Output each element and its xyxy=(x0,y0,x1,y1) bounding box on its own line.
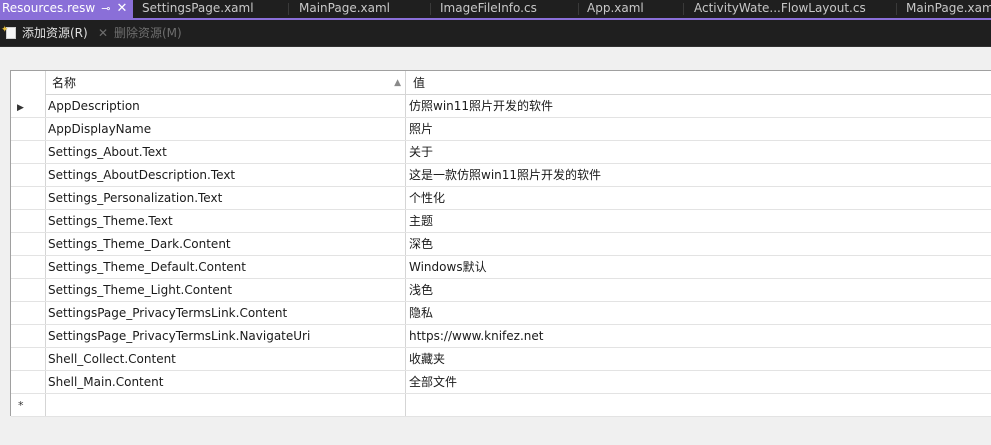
tab-label: MainPage.xaml xyxy=(906,1,991,15)
close-icon[interactable]: ✕ xyxy=(116,1,127,16)
resource-name-cell[interactable]: Settings_Theme_Default.Content xyxy=(46,256,406,278)
add-resource-button[interactable]: 添加资源(R) xyxy=(1,21,88,42)
table-row[interactable]: SettingsPage_PrivacyTermsLink.Content 隐私 xyxy=(11,302,991,325)
resource-name-cell[interactable]: Settings_Theme_Light.Content xyxy=(46,279,406,301)
add-resource-icon xyxy=(1,21,16,39)
tab-divider xyxy=(430,3,431,15)
resource-value-cell[interactable]: 个性化 xyxy=(407,187,991,209)
tab-app-xaml[interactable]: App.xaml xyxy=(583,0,644,18)
resource-value-cell[interactable]: 仿照win11照片开发的软件 xyxy=(407,95,991,117)
row-selector[interactable] xyxy=(11,187,46,209)
row-selector[interactable] xyxy=(11,348,46,370)
table-row[interactable]: AppDisplayName 照片 xyxy=(11,118,991,141)
row-selector[interactable] xyxy=(11,210,46,232)
resource-name-cell[interactable]: Settings_AboutDescription.Text xyxy=(46,164,406,186)
tab-label: App.xaml xyxy=(587,1,644,15)
resource-name-cell[interactable]: SettingsPage_PrivacyTermsLink.NavigateUr… xyxy=(46,325,406,347)
add-resource-label: 添加资源(R) xyxy=(22,26,88,40)
tab-label: Resources.resw xyxy=(2,1,96,15)
table-row[interactable]: SettingsPage_PrivacyTermsLink.NavigateUr… xyxy=(11,325,991,348)
tab-mainpage-xaml[interactable]: MainPage.xaml xyxy=(295,0,390,18)
resource-name-cell[interactable]: SettingsPage_PrivacyTermsLink.Content xyxy=(46,302,406,324)
table-row[interactable]: Shell_Main.Content 全部文件 xyxy=(11,371,991,394)
tab-label: SettingsPage.xaml xyxy=(142,1,254,15)
pin-icon[interactable]: ⊸ xyxy=(101,2,110,15)
new-resource-value-cell[interactable] xyxy=(407,394,991,416)
resource-value-cell[interactable]: 收藏夹 xyxy=(407,348,991,370)
remove-resource-button[interactable]: ✕ 删除资源(M) xyxy=(98,24,182,42)
current-row-icon: ▶ xyxy=(17,103,24,113)
row-selector[interactable] xyxy=(11,233,46,255)
resource-value-cell[interactable]: 深色 xyxy=(407,233,991,255)
resource-grid: 名称 ▲ 值 ▶ AppDescription 仿照win11照片开发的软件 A… xyxy=(10,70,991,417)
table-row[interactable]: ▶ AppDescription 仿照win11照片开发的软件 xyxy=(11,95,991,118)
new-row[interactable]: * xyxy=(11,394,991,417)
new-row-marker: * xyxy=(18,399,24,412)
table-row[interactable]: Settings_About.Text 关于 xyxy=(11,141,991,164)
resource-name-cell[interactable]: AppDescription xyxy=(46,95,406,117)
grid-header-row: 名称 ▲ 值 xyxy=(11,71,991,95)
column-header-name[interactable]: 名称 ▲ xyxy=(46,71,406,95)
row-selector[interactable] xyxy=(11,302,46,324)
column-header-value-label: 值 xyxy=(413,76,426,90)
resource-value-cell[interactable]: 关于 xyxy=(407,141,991,163)
tab-label: ActivityWate...FlowLayout.cs xyxy=(694,1,866,15)
tab-label: ImageFileInfo.cs xyxy=(440,1,537,15)
row-selector[interactable] xyxy=(11,164,46,186)
remove-resource-label: 删除资源(M) xyxy=(114,26,182,40)
header-corner[interactable] xyxy=(11,71,46,95)
resource-value-cell[interactable]: 全部文件 xyxy=(407,371,991,393)
document-tab-strip: Resources.resw ⊸ ✕ SettingsPage.xaml MainP… xyxy=(0,0,991,20)
tab-divider xyxy=(578,3,579,15)
resource-value-cell[interactable]: 照片 xyxy=(407,118,991,140)
resource-name-cell[interactable]: Shell_Main.Content xyxy=(46,371,406,393)
resource-value-cell[interactable]: 主题 xyxy=(407,210,991,232)
resource-value-cell[interactable]: 这是一款仿照win11照片开发的软件 xyxy=(407,164,991,186)
tab-divider xyxy=(683,3,684,15)
row-selector[interactable] xyxy=(11,279,46,301)
resource-value-cell[interactable]: https://www.knifez.net xyxy=(407,325,991,347)
new-resource-name-cell[interactable] xyxy=(46,394,406,416)
delete-icon: ✕ xyxy=(98,26,109,40)
tab-imagefileinfo-cs[interactable]: ImageFileInfo.cs xyxy=(436,0,537,18)
tab-divider xyxy=(288,3,289,15)
row-selector[interactable] xyxy=(11,256,46,278)
table-row[interactable]: Settings_Theme_Default.Content Windows默认 xyxy=(11,256,991,279)
resource-value-cell[interactable]: 浅色 xyxy=(407,279,991,301)
resource-name-cell[interactable]: AppDisplayName xyxy=(46,118,406,140)
resource-name-cell[interactable]: Settings_About.Text xyxy=(46,141,406,163)
column-header-value[interactable]: 值 xyxy=(407,71,991,95)
resource-name-cell[interactable]: Shell_Collect.Content xyxy=(46,348,406,370)
tab-settingspage-xaml[interactable]: SettingsPage.xaml xyxy=(138,0,254,18)
row-selector[interactable] xyxy=(11,118,46,140)
tab-mainpage-xaml-2[interactable]: MainPage.xaml xyxy=(902,0,991,18)
sort-ascending-icon: ▲ xyxy=(394,78,401,88)
row-selector[interactable] xyxy=(11,325,46,347)
resource-value-cell[interactable]: Windows默认 xyxy=(407,256,991,278)
table-row[interactable]: Settings_Theme_Light.Content 浅色 xyxy=(11,279,991,302)
table-row[interactable]: Settings_Theme_Dark.Content 深色 xyxy=(11,233,991,256)
tab-divider xyxy=(896,3,897,15)
row-selector[interactable] xyxy=(11,141,46,163)
row-selector[interactable] xyxy=(11,371,46,393)
tab-resources-resw[interactable]: Resources.resw ⊸ ✕ xyxy=(0,0,134,18)
tab-label: MainPage.xaml xyxy=(299,1,390,15)
table-row[interactable]: Settings_AboutDescription.Text 这是一款仿照win… xyxy=(11,164,991,187)
table-row[interactable]: Settings_Theme.Text 主题 xyxy=(11,210,991,233)
resource-value-cell[interactable]: 隐私 xyxy=(407,302,991,324)
column-header-name-label: 名称 xyxy=(52,76,77,90)
resource-toolbar: 添加资源(R) ✕ 删除资源(M) xyxy=(0,20,991,47)
resource-name-cell[interactable]: Settings_Theme.Text xyxy=(46,210,406,232)
table-row[interactable]: Settings_Personalization.Text 个性化 xyxy=(11,187,991,210)
resource-name-cell[interactable]: Settings_Theme_Dark.Content xyxy=(46,233,406,255)
row-selector[interactable]: ▶ xyxy=(11,95,46,117)
table-row[interactable]: Shell_Collect.Content 收藏夹 xyxy=(11,348,991,371)
row-selector[interactable]: * xyxy=(11,394,46,416)
resource-name-cell[interactable]: Settings_Personalization.Text xyxy=(46,187,406,209)
tab-activitywaterflowlayout-cs[interactable]: ActivityWate...FlowLayout.cs xyxy=(690,0,866,18)
